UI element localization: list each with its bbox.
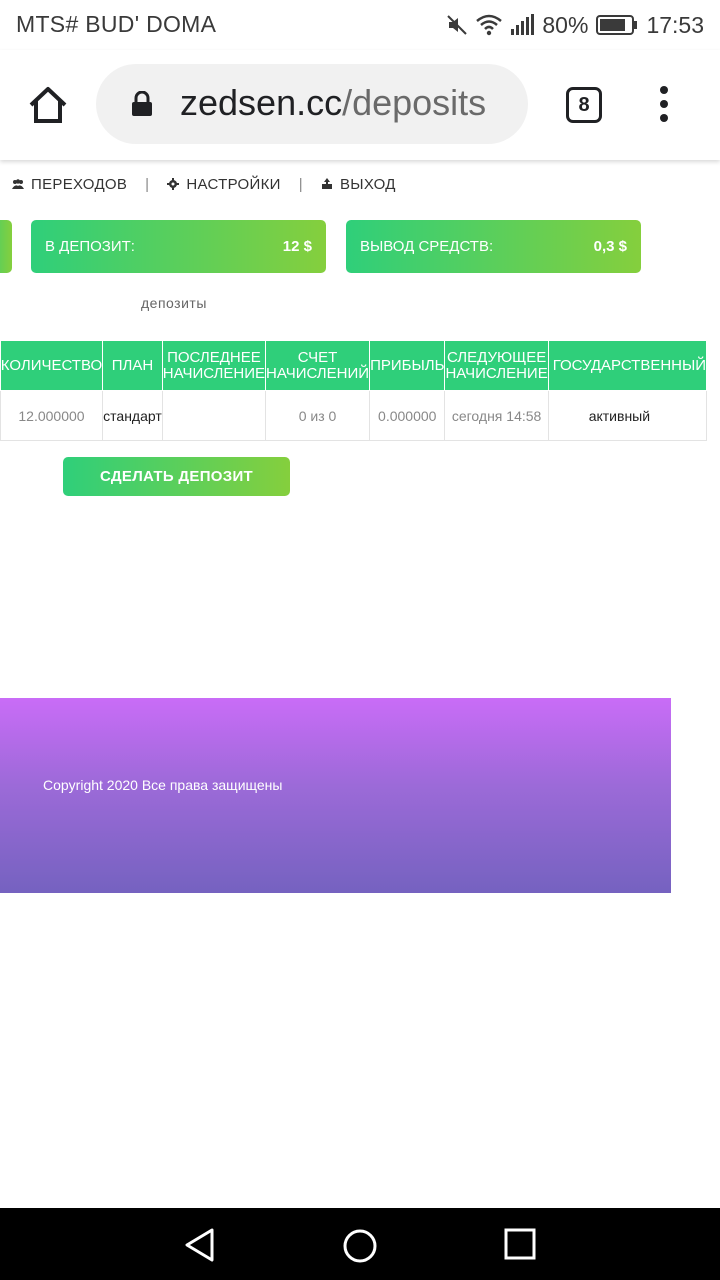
copyright-text: Copyright 2020 Все права защищены [43,777,283,793]
recents-icon[interactable] [504,1228,536,1260]
deposits-table: ЯЯА КОЛИЧЕСТВО ПЛАН ПОСЛЕДНЕЕНАЧИСЛЕНИЕ … [0,340,708,441]
menu-dot-icon [660,100,668,108]
table-cell: 0.000000 [369,390,446,441]
account-nav: ПЕРЕХОДОВ | НАСТРОЙКИ | ВЫХОД [0,174,396,194]
nav-label: НАСТРОЙКИ [186,175,281,193]
column-header: ГОСУДАРСТВЕННЫЙ [547,340,708,391]
exit-icon [321,178,332,189]
nav-separator: | [145,175,150,193]
withdraw-value: 0,3 $ [593,238,627,255]
nav-item-referrals[interactable]: ПЕРЕХОДОВ [12,176,127,193]
browser-toolbar: zedsen.cc/deposits 8 [0,50,720,160]
page-footer: Copyright 2020 Все права защищены [0,698,671,893]
url-text: zedsen.cc/deposits [180,82,486,124]
deposit-balance-card: В ДЕПОЗИТ: 12 $ [31,220,326,273]
address-bar[interactable]: zedsen.cc/deposits [96,64,528,144]
column-header: СЧЕТ НАЧИСЛЕНИЙ [265,340,371,391]
withdraw-balance-card: ВЫВОД СРЕДСТВ: 0,3 $ [346,220,641,273]
url-domain: zedsen.cc [180,82,343,123]
table-cell: 0 из 0 [265,390,371,441]
users-icon [12,179,24,189]
deposit-value: 12 $ [282,238,312,255]
home-circle-icon[interactable] [342,1228,378,1264]
column-header: ПОСЛЕДНЕЕ НАЧИСЛЕНИЕ [161,340,267,391]
nav-label: ВЫХОД [339,175,396,193]
clock: 17:53 [646,11,704,38]
back-icon[interactable] [184,1228,216,1262]
table-header-row: ЯЯА КОЛИЧЕСТВО ПЛАН ПОСЛЕДНЕЕНАЧИСЛЕНИЕ … [0,340,708,391]
battery-percent: 80% [542,11,589,38]
carrier-name: MTS# BUD' DOMA [16,11,217,37]
mute-icon [447,15,468,35]
table-cell: стандарт [102,390,163,441]
nav-item-settings[interactable]: НАСТРОЙКИ [167,176,280,193]
deposits-table-container[interactable]: ЯЯА КОЛИЧЕСТВО ПЛАН ПОСЛЕДНЕЕНАЧИСЛЕНИЕ … [0,340,720,442]
home-icon [29,87,67,123]
withdraw-label: ВЫВОД СРЕДСТВ: [360,238,494,255]
deposits-caption: депозиты [141,295,207,311]
lock-icon [132,91,152,116]
column-header: КОЛИЧЕСТВО [0,340,104,391]
battery-icon [596,15,638,35]
system-navigation-bar [0,1208,720,1280]
wifi-icon [476,14,503,36]
overflow-menu-button[interactable] [658,86,670,124]
column-header: СЛЕДУЮЩЕЕ НАЧИСЛЕНИЕ [444,340,549,391]
tab-switcher-button[interactable]: 8 [566,87,602,123]
table-row: 12.000000 стандарт 0 из 0 0.000000 сегод… [0,390,708,441]
deposit-label: В ДЕПОЗИТ: [45,238,135,255]
table-cell [161,390,267,441]
url-path: /deposits [342,82,487,123]
menu-dot-icon [660,114,668,122]
column-header: ПЛАН [102,340,163,391]
home-button[interactable] [26,83,70,127]
signal-icon [511,14,535,35]
status-cell: активный [547,390,708,441]
table-cell: 12.000000 [0,390,104,441]
menu-dot-icon [660,86,668,94]
status-icons: 80% 17:53 [446,11,704,39]
balance-card-partial [0,220,12,273]
nav-separator: | [298,175,303,193]
nav-label: ПЕРЕХОДОВ [31,175,128,193]
gear-icon [167,178,180,190]
column-header: ПРИБЫЛЬ [369,340,446,391]
nav-item-logout[interactable]: ВЫХОД [321,176,396,193]
status-bar: MTS# BUD' DOMA 80% 17:53 [0,0,720,50]
make-deposit-button[interactable]: СДЕЛАТЬ ДЕПОЗИТ [63,457,290,496]
table-cell: сегодня 14:58 [444,390,549,441]
